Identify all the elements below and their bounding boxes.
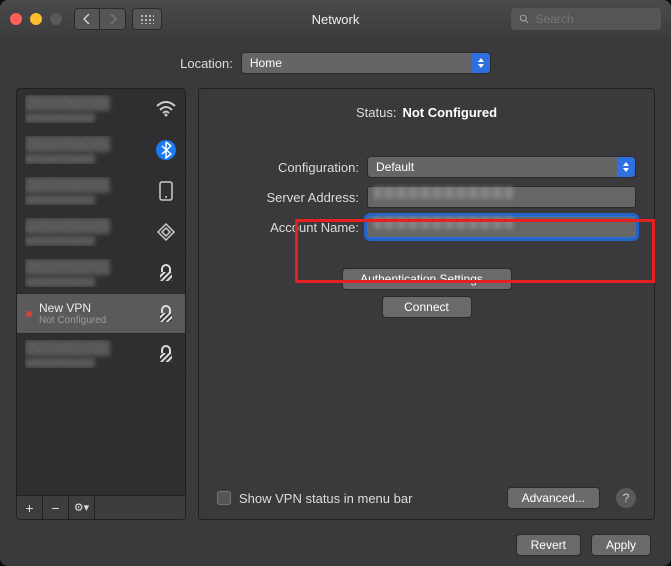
show-vpn-checkbox[interactable] xyxy=(217,491,231,505)
thunderbolt-bridge-icon xyxy=(155,221,177,243)
vpn-name: New VPN xyxy=(39,301,149,315)
search-input[interactable] xyxy=(536,12,653,26)
network-list: New VPN Not Configured xyxy=(17,89,185,495)
account-name-input[interactable] xyxy=(367,216,636,238)
list-item[interactable] xyxy=(17,171,185,212)
vpn-sub: Not Configured xyxy=(39,315,149,326)
help-button[interactable]: ? xyxy=(616,488,636,508)
lock-icon xyxy=(155,303,177,325)
add-network-button[interactable]: + xyxy=(17,496,43,519)
location-label: Location: xyxy=(180,56,233,71)
chevron-updown-icon xyxy=(472,53,490,73)
titlebar: Network xyxy=(0,0,671,38)
revert-button[interactable]: Revert xyxy=(516,534,581,556)
show-all-button[interactable] xyxy=(132,8,162,30)
lock-icon xyxy=(155,262,177,284)
actions-menu-button[interactable]: ⚙︎▾ xyxy=(69,496,95,519)
location-row: Location: Home xyxy=(16,52,655,74)
configuration-row: Configuration: Default xyxy=(217,156,636,178)
close-icon[interactable] xyxy=(10,13,22,25)
network-sidebar: New VPN Not Configured xyxy=(16,88,186,520)
sidebar-footer: + − ⚙︎▾ xyxy=(17,495,185,519)
apply-button[interactable]: Apply xyxy=(591,534,651,556)
redacted-content xyxy=(374,217,514,229)
list-item[interactable] xyxy=(17,212,185,253)
minimize-icon[interactable] xyxy=(30,13,42,25)
account-name-label: Account Name: xyxy=(217,220,359,235)
forward-button[interactable] xyxy=(100,8,126,30)
remove-network-button[interactable]: − xyxy=(43,496,69,519)
status-label: Status: xyxy=(356,105,396,120)
center-buttons: Authentication Settings... Connect xyxy=(217,268,636,324)
grid-icon xyxy=(140,14,154,24)
location-value: Home xyxy=(250,56,282,70)
back-button[interactable] xyxy=(74,8,100,30)
bottom-buttons: Revert Apply xyxy=(16,520,655,556)
lock-icon xyxy=(155,343,177,365)
connect-button[interactable]: Connect xyxy=(382,296,472,318)
list-item[interactable] xyxy=(17,130,185,171)
advanced-button[interactable]: Advanced... xyxy=(507,487,600,509)
phone-icon xyxy=(155,180,177,202)
server-address-label: Server Address: xyxy=(217,190,359,205)
location-select[interactable]: Home xyxy=(241,52,491,74)
configuration-select[interactable]: Default xyxy=(367,156,636,178)
search-field[interactable] xyxy=(511,8,661,30)
status-row: Status: Not Configured xyxy=(217,105,636,120)
show-vpn-label: Show VPN status in menu bar xyxy=(239,491,412,506)
configuration-label: Configuration: xyxy=(217,160,359,175)
main-footer: Show VPN status in menu bar Advanced... … xyxy=(217,487,636,509)
list-item[interactable] xyxy=(17,253,185,294)
server-address-input[interactable] xyxy=(367,186,636,208)
bluetooth-icon xyxy=(155,139,177,161)
main-panel: Status: Not Configured Configuration: De… xyxy=(198,88,655,520)
wifi-icon xyxy=(155,98,177,120)
server-address-row: Server Address: xyxy=(217,186,636,208)
traffic-lights xyxy=(10,13,62,25)
redacted-content xyxy=(374,187,514,199)
account-name-row: Account Name: xyxy=(217,216,636,238)
network-prefs-window: Network Location: Home xyxy=(0,0,671,566)
sidebar-item-new-vpn[interactable]: New VPN Not Configured xyxy=(17,294,185,334)
status-value: Not Configured xyxy=(402,105,497,120)
auth-settings-button[interactable]: Authentication Settings... xyxy=(342,268,512,290)
nav-buttons xyxy=(74,8,126,30)
configuration-value: Default xyxy=(376,160,414,174)
chevron-updown-icon xyxy=(617,157,635,177)
status-dot-icon xyxy=(25,310,33,318)
list-item[interactable] xyxy=(17,334,185,375)
search-icon xyxy=(519,13,530,25)
maximize-icon[interactable] xyxy=(50,13,62,25)
list-item[interactable] xyxy=(17,89,185,130)
